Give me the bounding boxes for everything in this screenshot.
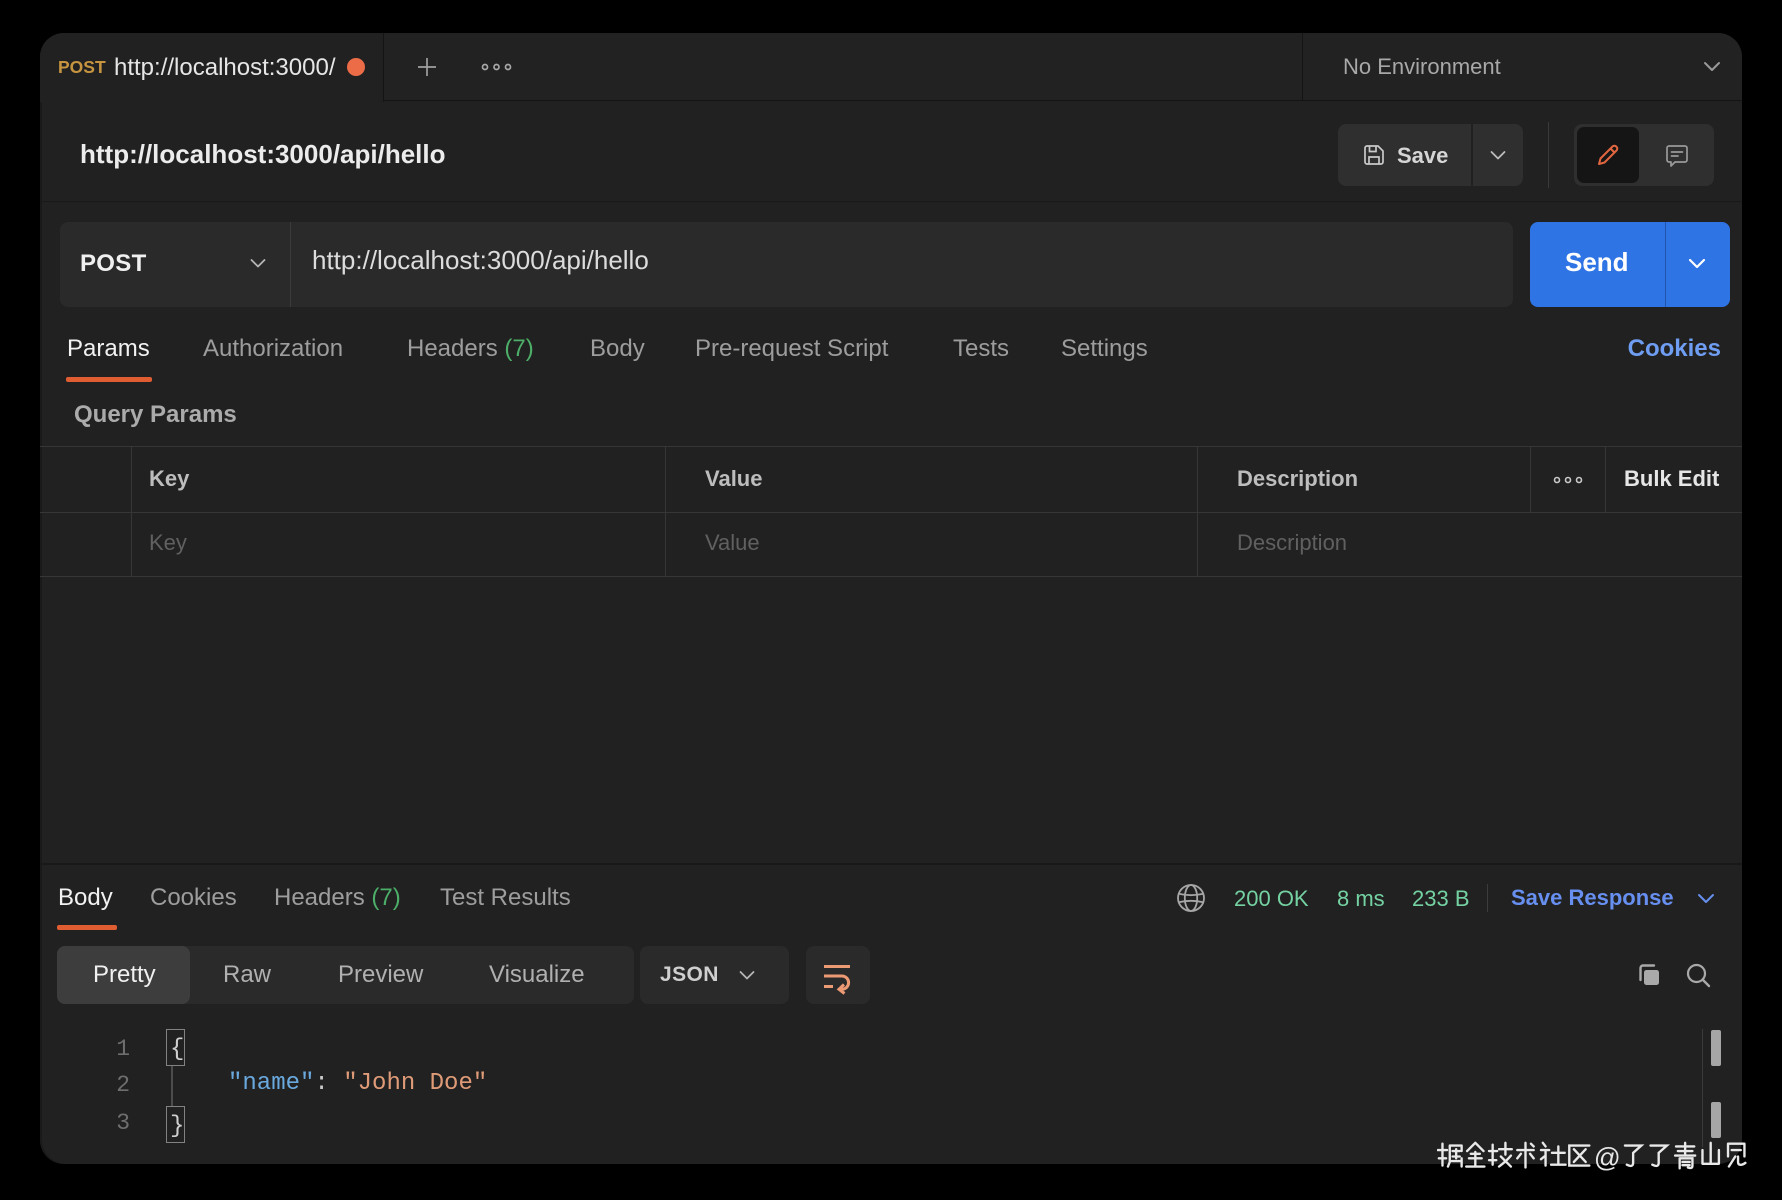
svg-text:@: @ — [1594, 1143, 1621, 1173]
